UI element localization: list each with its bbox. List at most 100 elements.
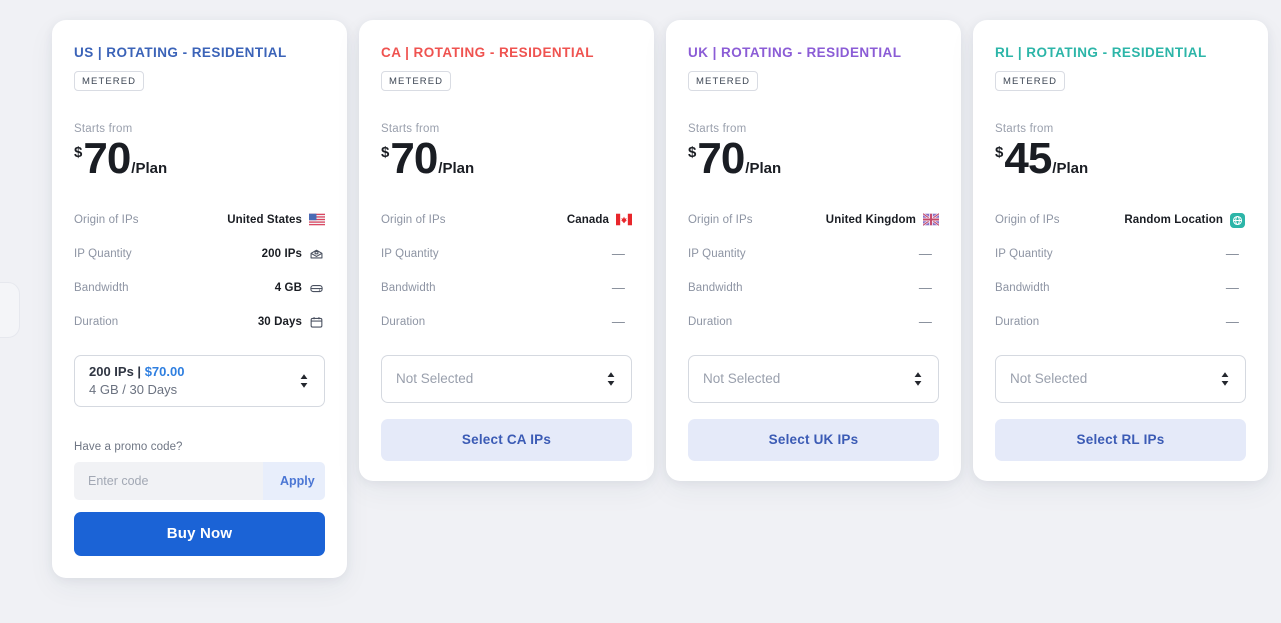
spec-label: Bandwidth (688, 281, 743, 294)
plan-selection-dropdown[interactable]: 200 IPs | $70.00 4 GB / 30 Days (74, 354, 325, 407)
spec-label: IP Quantity (688, 247, 746, 260)
price-amount: 70 (390, 133, 438, 183)
plan-card-uk: UK | ROTATING - RESIDENTIAL METERED Starts… (666, 20, 961, 481)
plan-selection-placeholder: Not Selected (396, 371, 474, 387)
spec-row: Duration 30 Days (74, 305, 325, 339)
buy-now-button[interactable]: Buy Now (74, 511, 325, 556)
price-amount: 70 (697, 133, 745, 183)
spec-value: United Kingdom (825, 213, 916, 226)
spec-value-group: 4 GB (275, 281, 325, 294)
flag-us-icon (309, 213, 325, 226)
plan-selection-dropdown[interactable]: Not Selected (688, 354, 939, 403)
promo-code-label: Have a promo code? (74, 440, 183, 453)
spec-row: Duration — (381, 305, 632, 339)
spec-row: Origin of IPs United Kingdom (688, 203, 940, 237)
apply-promo-button[interactable]: Apply (263, 461, 325, 500)
spec-value-group: — (1226, 314, 1246, 329)
spec-value: United States (227, 213, 302, 226)
spec-row: IP Quantity 200 IPs (74, 237, 325, 271)
plan-selection-details-line: 4 GB / 30 Days (89, 382, 178, 398)
stepper-chevrons-icon (298, 372, 310, 390)
spec-row: Origin of IPs United States (74, 203, 325, 237)
plan-selection-text: 200 IPs | $70.00 4 GB / 30 Days (89, 364, 184, 397)
spec-row: Bandwidth — (688, 271, 939, 305)
spec-label: IP Quantity (74, 247, 132, 260)
price-amount: 70 (83, 133, 131, 183)
spec-list: Origin of IPs United Kingdom IP Quantity — B… (688, 203, 940, 339)
spec-row: Bandwidth 4 GB (74, 271, 325, 305)
plan-card-title: RL | ROTATING - RESIDENTIAL (995, 45, 1207, 60)
plan-selection-placeholder: Not Selected (1010, 371, 1088, 387)
price-currency: $ (74, 143, 83, 161)
spec-value-group: Canada (567, 213, 632, 226)
spec-label: Origin of IPs (688, 213, 753, 226)
globe-icon (1230, 213, 1246, 229)
select-ips-button[interactable]: Select CA IPs (381, 418, 632, 461)
plan-selection-price: $70.00 (144, 364, 185, 380)
spec-label: Duration (688, 315, 733, 328)
plan-selection-dropdown[interactable]: Not Selected (995, 354, 1246, 403)
spec-value: — (1225, 280, 1239, 296)
spec-label: Origin of IPs (381, 213, 446, 226)
plan-selection-placeholder: Not Selected (703, 371, 781, 387)
spec-row: Duration — (995, 305, 1246, 339)
price-currency: $ (688, 143, 697, 161)
server-stack-icon (309, 247, 325, 260)
stepper-chevrons-icon (605, 370, 617, 388)
spec-value-group: United States (227, 213, 325, 226)
plan-card-title: CA | ROTATING - RESIDENTIAL (381, 45, 594, 60)
plan-card-us: US | ROTATING - RESIDENTIAL METERED Starts… (52, 20, 347, 578)
calendar-icon (309, 315, 325, 328)
spec-value: Canada (566, 213, 609, 226)
stepper-chevrons-icon (912, 370, 924, 388)
spec-label: Origin of IPs (74, 213, 139, 226)
price-period: /Plan (131, 159, 168, 177)
spec-label: Bandwidth (995, 281, 1050, 294)
spec-value-group: 200 IPs (262, 247, 325, 260)
metered-badge: METERED (688, 70, 759, 91)
promo-code-input[interactable] (74, 461, 263, 500)
spec-row: IP Quantity — (995, 237, 1246, 271)
plan-card-rl: RL | ROTATING - RESIDENTIAL METERED Starts… (973, 20, 1268, 481)
price-line: $70/Plan (688, 133, 939, 183)
spec-value-group: — (612, 314, 632, 329)
price-amount: 45 (1004, 133, 1052, 183)
plan-card-ca: CA | ROTATING - RESIDENTIAL METERED Starts… (359, 20, 654, 481)
spec-list: Origin of IPs Canada IP Quantity — Bandwidth… (381, 203, 632, 339)
spec-value: — (611, 314, 625, 330)
spec-row: Bandwidth — (381, 271, 632, 305)
price-period: /Plan (1052, 159, 1089, 177)
spec-value: 200 IPs (261, 247, 302, 260)
flag-ca-icon (616, 213, 632, 226)
spec-value-group: — (612, 280, 632, 295)
select-ips-button[interactable]: Select UK IPs (688, 418, 939, 461)
spec-value-group: — (1226, 280, 1246, 295)
plan-selection-dropdown[interactable]: Not Selected (381, 354, 632, 403)
spec-value: 4 GB (274, 281, 302, 294)
spec-value: — (918, 314, 932, 330)
flag-uk-icon (922, 213, 940, 227)
database-icon (309, 281, 325, 294)
spec-label: IP Quantity (995, 247, 1053, 260)
spec-label: Bandwidth (74, 281, 129, 294)
spec-row: IP Quantity — (688, 237, 939, 271)
metered-badge: METERED (74, 70, 145, 91)
spec-row: Duration — (688, 305, 939, 339)
spec-value-group: — (919, 246, 939, 261)
spec-label: Duration (381, 315, 426, 328)
spec-value-group: Random Location (1124, 213, 1246, 229)
spec-value-group: 30 Days (258, 315, 325, 328)
spec-value-group: — (612, 246, 632, 261)
spec-label: IP Quantity (381, 247, 439, 260)
price-line: $70/Plan (74, 133, 325, 183)
spec-value-group: United Kingdom (825, 213, 940, 227)
spec-value: — (611, 280, 625, 296)
background-panel-edge (0, 282, 20, 338)
pricing-cards-row: US | ROTATING - RESIDENTIAL METERED Starts… (52, 20, 1268, 578)
spec-value-group: — (919, 314, 939, 329)
plan-card-title: UK | ROTATING - RESIDENTIAL (688, 45, 902, 60)
select-ips-button[interactable]: Select RL IPs (995, 418, 1246, 461)
spec-value: 30 Days (257, 315, 302, 328)
plan-selection-quantity: 200 IPs | (89, 364, 145, 380)
spec-value-group: — (1226, 246, 1246, 261)
